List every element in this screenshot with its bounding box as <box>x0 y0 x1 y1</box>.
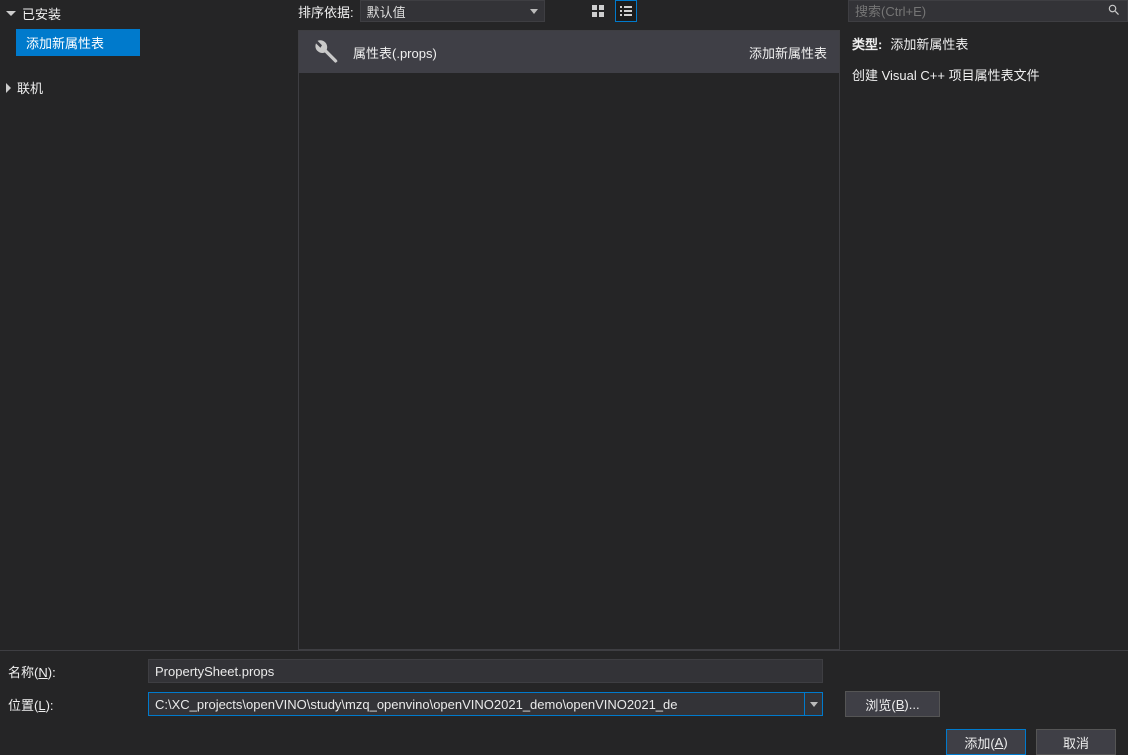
location-row: 位置(L): 浏览(B)... <box>8 691 1120 717</box>
add-label-key: A <box>995 735 1004 750</box>
name-field[interactable] <box>148 659 823 683</box>
details-type-value: 添加新属性表 <box>890 34 968 53</box>
name-label-key: N <box>38 665 47 680</box>
sidebar-group-installed[interactable]: 已安装 <box>0 0 290 29</box>
view-small-list-button[interactable] <box>615 0 637 22</box>
browse-label-post: )... <box>904 697 919 712</box>
details-description: 创建 Visual C++ 项目属性表文件 <box>848 55 1128 94</box>
sidebar-group-online[interactable]: 联机 <box>0 68 290 103</box>
cancel-label: 取消 <box>1063 733 1089 752</box>
name-label-post: ): <box>48 665 56 680</box>
sort-combo[interactable]: 默认值 <box>360 0 545 22</box>
sidebar-group-label: 联机 <box>17 78 43 97</box>
location-label: 位置(L): <box>8 695 148 714</box>
wrench-icon <box>311 38 339 66</box>
search-input[interactable] <box>855 4 1107 19</box>
footer-buttons: 添加(A) 取消 <box>8 725 1120 755</box>
center-toolbar: 排序依据: 默认值 <box>290 0 848 30</box>
location-label-key: L <box>38 698 45 713</box>
details-panel: 类型: 添加新属性表 创建 Visual C++ 项目属性表文件 <box>848 0 1128 650</box>
details-type-row: 类型: 添加新属性表 <box>848 32 1128 55</box>
center-panel: 排序依据: 默认值 <box>290 0 848 650</box>
caret-down-icon <box>6 11 16 16</box>
details-type-label: 类型: <box>852 34 882 53</box>
template-list: 属性表(.props) 添加新属性表 <box>298 30 840 650</box>
browse-label-pre: 浏览( <box>865 695 895 714</box>
name-row: 名称(N): <box>8 659 1120 683</box>
sort-label: 排序依据: <box>298 2 354 21</box>
sidebar-item-label: 添加新属性表 <box>26 36 104 51</box>
list-icon <box>619 4 633 18</box>
browse-button[interactable]: 浏览(B)... <box>845 691 940 717</box>
browse-label-key: B <box>896 697 905 712</box>
chevron-down-icon <box>810 702 818 707</box>
sidebar: 已安装 添加新属性表 联机 <box>0 0 290 650</box>
bottom-form: 名称(N): 位置(L): 浏览(B)... 添加(A) 取消 <box>0 650 1128 755</box>
location-label-post: ): <box>46 698 54 713</box>
template-item-props[interactable]: 属性表(.props) 添加新属性表 <box>299 31 839 73</box>
add-label-post: ) <box>1003 735 1007 750</box>
view-medium-icons-button[interactable] <box>587 0 609 22</box>
grid-medium-icon <box>591 4 605 18</box>
sidebar-item-add-property-sheet[interactable]: 添加新属性表 <box>16 29 140 56</box>
add-label-pre: 添加( <box>964 733 994 752</box>
add-button[interactable]: 添加(A) <box>946 729 1026 755</box>
sort-combo-value: 默认值 <box>367 2 406 21</box>
caret-right-icon <box>6 83 11 93</box>
template-item-category: 添加新属性表 <box>749 43 827 62</box>
main-content: 已安装 添加新属性表 联机 排序依据: 默认值 <box>0 0 1128 650</box>
cancel-button[interactable]: 取消 <box>1036 729 1116 755</box>
search-icon <box>1107 3 1121 20</box>
name-label: 名称(N): <box>8 662 148 681</box>
location-label-pre: 位置( <box>8 698 38 713</box>
search-box[interactable] <box>848 0 1128 22</box>
template-item-name: 属性表(.props) <box>353 43 735 62</box>
sidebar-items: 添加新属性表 <box>0 29 290 56</box>
chevron-down-icon <box>530 9 538 14</box>
name-label-pre: 名称( <box>8 665 38 680</box>
sidebar-group-label: 已安装 <box>22 4 61 23</box>
location-field[interactable] <box>148 692 805 716</box>
location-dropdown-button[interactable] <box>805 692 823 716</box>
